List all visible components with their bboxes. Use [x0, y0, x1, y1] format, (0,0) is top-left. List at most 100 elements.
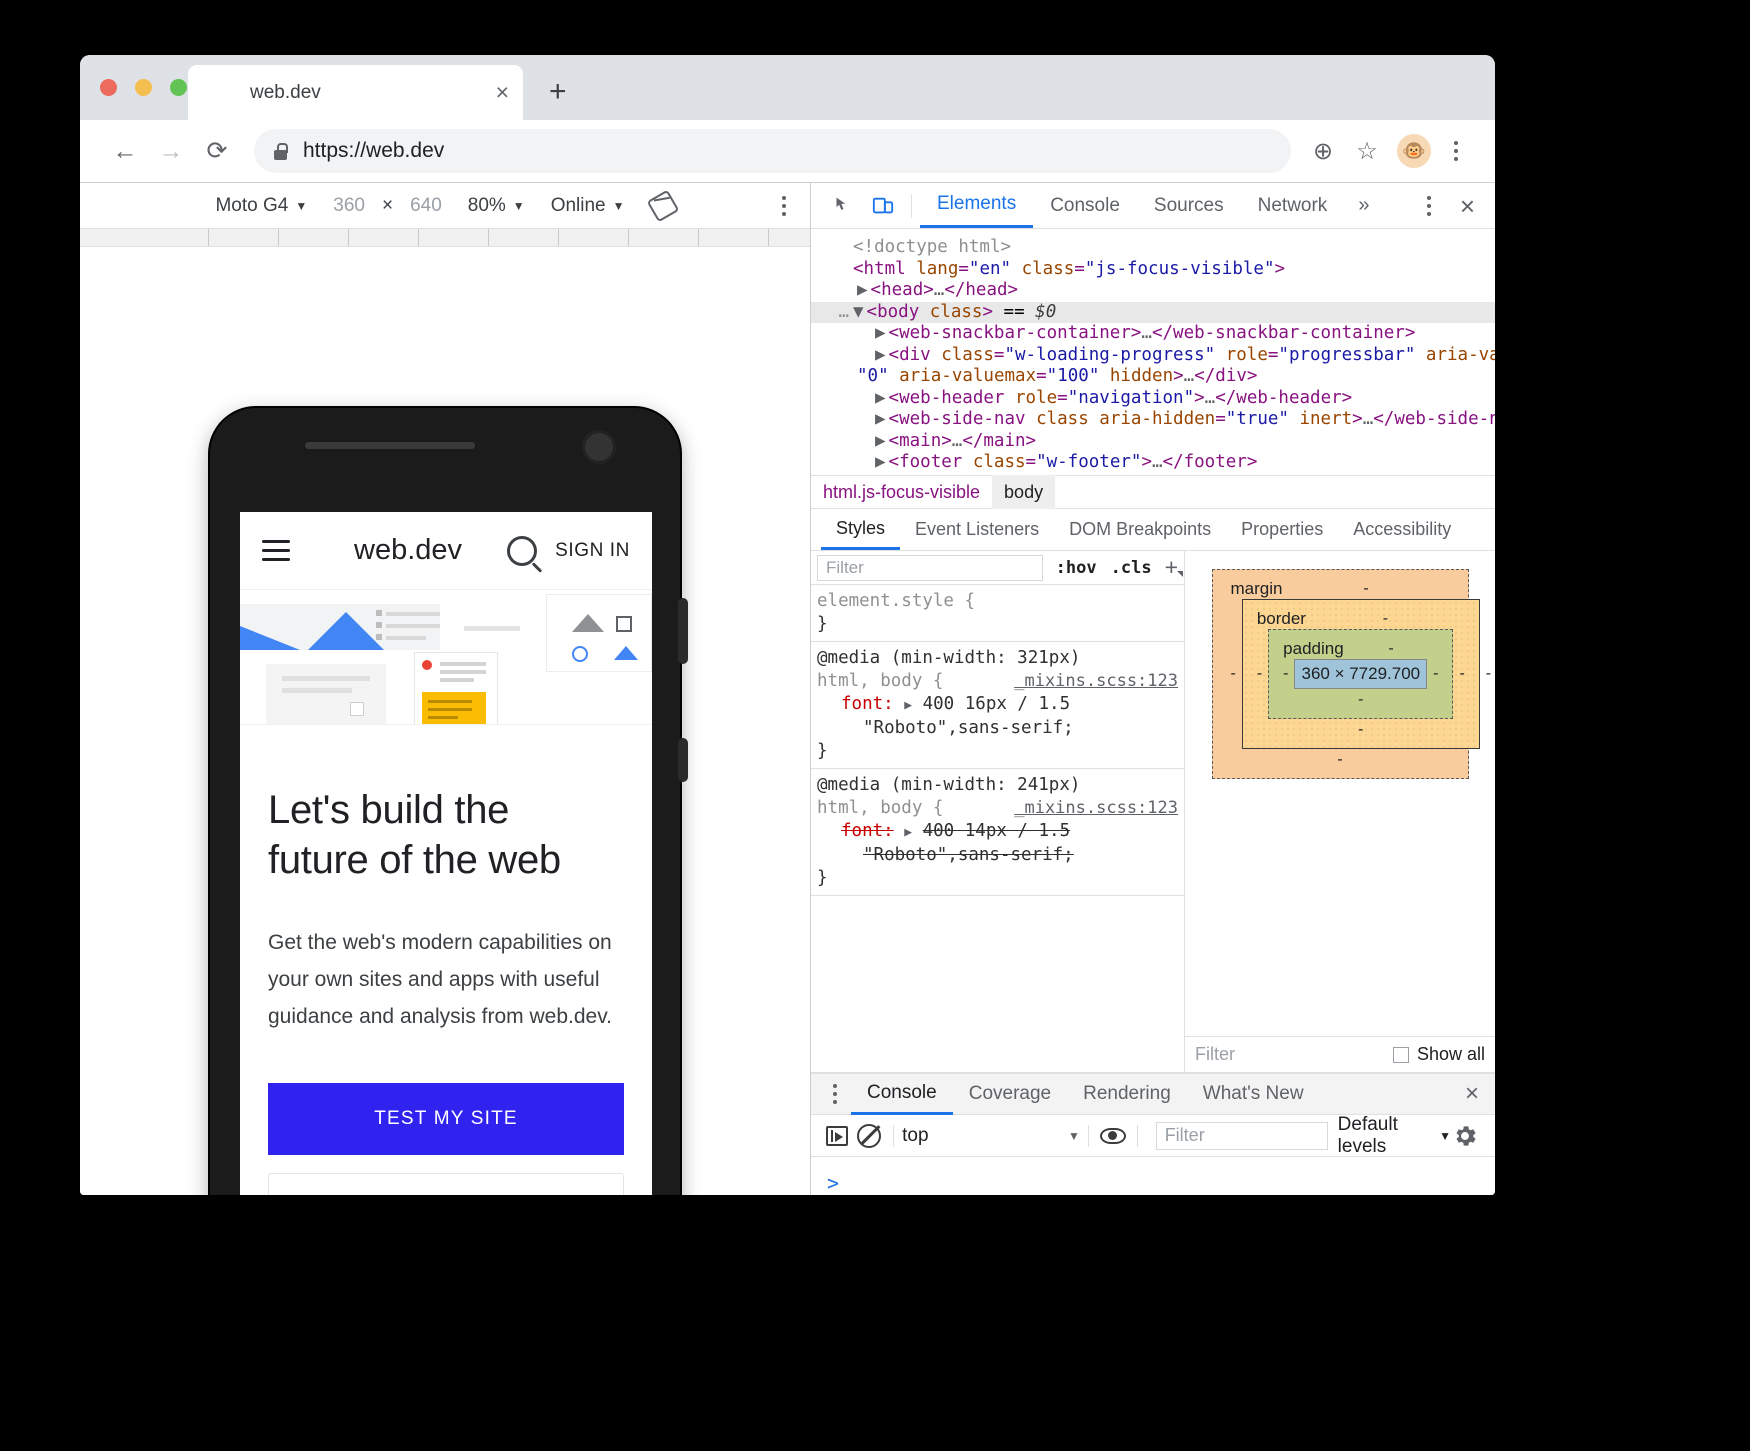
console-output[interactable]: > [811, 1157, 1495, 1195]
device-toolbar-menu-icon[interactable] [782, 196, 786, 216]
box-model-margin-top[interactable]: - [1363, 580, 1368, 598]
dom-line-head[interactable]: ▶<head>…</head> [811, 280, 1495, 302]
tab-dom-breakpoints[interactable]: DOM Breakpoints [1054, 509, 1226, 550]
console-prompt[interactable]: > [827, 1171, 839, 1195]
clear-console-icon[interactable] [853, 1117, 885, 1155]
tab-event-listeners[interactable]: Event Listeners [900, 509, 1054, 550]
arrow-right-icon[interactable]: → [148, 128, 194, 174]
browser-tab[interactable]: web.dev × [188, 65, 523, 120]
rotate-device-icon[interactable] [638, 194, 688, 218]
box-model-margin-left[interactable]: - [1231, 665, 1236, 683]
css-property-overridden[interactable]: font: ▶ 400 14px / 1.5 [817, 820, 1184, 844]
sign-in-link[interactable]: SIGN IN [555, 540, 630, 562]
maximize-window-button[interactable] [170, 79, 187, 96]
browser-menu-icon[interactable] [1439, 134, 1473, 168]
test-my-site-button[interactable]: TEST MY SITE [268, 1083, 624, 1155]
more-tabs-icon[interactable]: » [1344, 194, 1383, 217]
drawer-tab-console[interactable]: Console [851, 1074, 953, 1115]
drawer-tab-whats-new[interactable]: What's New [1187, 1074, 1320, 1115]
toggle-hov-button[interactable]: :hov [1049, 558, 1104, 578]
show-all-toggle[interactable]: Show all [1393, 1044, 1485, 1065]
css-rule-media-321[interactable]: @media (min-width: 321px) _mixins.scss:1… [811, 642, 1184, 769]
site-logo[interactable]: web.dev [308, 534, 489, 567]
box-model-border-left[interactable]: - [1257, 665, 1262, 683]
tab-sources[interactable]: Sources [1137, 183, 1241, 228]
dom-line-footer[interactable]: ▶<footer class="w-footer">…</footer> [811, 452, 1495, 474]
dom-line-html[interactable]: <html lang="en" class="js-focus-visible"… [811, 259, 1495, 281]
box-model-padding-left[interactable]: - [1283, 665, 1288, 683]
url-input[interactable]: https://web.dev [254, 129, 1291, 173]
reload-icon[interactable]: ⟳ [194, 128, 240, 174]
arrow-left-icon[interactable]: ← [102, 128, 148, 174]
tab-network[interactable]: Network [1241, 183, 1345, 228]
minimize-window-button[interactable] [135, 79, 152, 96]
dom-line-snackbar[interactable]: ▶<web-snackbar-container>…</web-snackbar… [811, 323, 1495, 345]
tab-styles[interactable]: Styles [821, 509, 900, 550]
drawer-tab-rendering[interactable]: Rendering [1067, 1074, 1187, 1115]
console-filter-input[interactable]: Filter [1156, 1122, 1328, 1150]
drawer-tab-coverage[interactable]: Coverage [953, 1074, 1067, 1115]
tab-elements[interactable]: Elements [920, 183, 1033, 228]
search-icon[interactable] [507, 536, 537, 566]
console-levels-select[interactable]: Default levels ▼ [1338, 1114, 1451, 1158]
box-model-margin-right[interactable]: - [1486, 665, 1491, 683]
breadcrumb-item-body[interactable]: body [992, 475, 1055, 509]
zoom-select[interactable]: 80% ▼ [455, 195, 538, 217]
drawer-menu-icon[interactable] [819, 1084, 851, 1104]
css-source-link[interactable]: _mixins.scss:123 [1014, 797, 1178, 820]
checkbox-icon[interactable] [1393, 1047, 1409, 1063]
tab-properties[interactable]: Properties [1226, 509, 1338, 550]
tab-console[interactable]: Console [1033, 183, 1137, 228]
device-screen[interactable]: web.dev SIGN IN [240, 512, 652, 1195]
box-model-border-top[interactable]: - [1383, 610, 1388, 628]
dom-tree[interactable]: <!doctype html> <html lang="en" class="j… [811, 229, 1495, 475]
box-model-padding-right[interactable]: - [1433, 665, 1438, 683]
throttling-select[interactable]: Online ▼ [538, 195, 638, 217]
box-model-border[interactable]: border- - padding- - 360 × 7729.7 [1242, 599, 1480, 749]
dom-line-progress-cont[interactable]: "0" aria-valuemax="100" hidden>…</div> [811, 366, 1495, 388]
viewport-height-input[interactable]: 640 [397, 195, 455, 217]
install-app-icon[interactable]: ⊕ [1301, 129, 1345, 173]
box-model-border-bottom[interactable]: - [1358, 721, 1363, 738]
tab-accessibility[interactable]: Accessibility [1338, 509, 1466, 550]
viewport-width-input[interactable]: 360 [320, 195, 378, 217]
hamburger-menu-icon[interactable] [262, 540, 290, 561]
box-model-content-size[interactable]: 360 × 7729.700 [1294, 659, 1427, 689]
close-devtools-icon[interactable]: × [1452, 193, 1483, 219]
inspect-element-icon[interactable] [823, 186, 863, 226]
devtools-menu-icon[interactable] [1412, 189, 1446, 223]
expand-shorthand-icon[interactable]: ▶ [904, 825, 912, 840]
box-model-padding-bottom[interactable]: - [1358, 691, 1363, 708]
close-icon[interactable]: × [496, 81, 509, 104]
close-drawer-icon[interactable]: × [1449, 1080, 1495, 1108]
box-model-margin-bottom[interactable]: - [1337, 751, 1342, 768]
device-select[interactable]: Moto G4 ▼ [202, 195, 320, 217]
dom-line-progress[interactable]: ▶<div class="w-loading-progress" role="p… [811, 345, 1495, 367]
breadcrumb-item-html[interactable]: html.js-focus-visible [811, 475, 992, 509]
close-window-button[interactable] [100, 79, 117, 96]
live-expression-icon[interactable] [1097, 1117, 1129, 1155]
new-style-rule-button[interactable]: + [1159, 554, 1184, 581]
css-rule-media-241[interactable]: @media (min-width: 241px) _mixins.scss:1… [811, 769, 1184, 896]
gear-icon[interactable] [1451, 1122, 1479, 1150]
new-tab-button[interactable]: + [549, 77, 567, 107]
execution-context-icon[interactable] [821, 1117, 853, 1155]
dom-line-main[interactable]: ▶<main>…</main> [811, 431, 1495, 453]
toggle-device-toolbar-icon[interactable] [863, 186, 903, 226]
box-model-padding-top[interactable]: - [1388, 640, 1393, 658]
box-model-border-right[interactable]: - [1459, 665, 1464, 683]
css-property[interactable]: font: ▶ 400 16px / 1.5 [817, 693, 1184, 717]
css-rule-element-style[interactable]: element.style { } [811, 585, 1184, 642]
box-model-diagram[interactable]: margin- - border- - padding- [1185, 551, 1495, 1036]
styles-filter-input[interactable]: Filter [817, 555, 1043, 581]
toggle-cls-button[interactable]: .cls [1104, 558, 1159, 578]
expand-shorthand-icon[interactable]: ▶ [904, 698, 912, 713]
dom-line-body[interactable]: …▼<body class> == $0 [811, 302, 1495, 324]
box-model-margin[interactable]: margin- - border- - padding- [1212, 569, 1469, 779]
css-source-link[interactable]: _mixins.scss:123 [1014, 670, 1178, 693]
computed-filter-input[interactable]: Filter [1195, 1044, 1235, 1065]
console-context-select[interactable]: top ▼ [902, 1125, 1080, 1147]
box-model-padding[interactable]: padding- - 360 × 7729.700 - - [1268, 629, 1453, 719]
bookmark-star-icon[interactable]: ☆ [1345, 129, 1389, 173]
dom-line-header[interactable]: ▶<web-header role="navigation">…</web-he… [811, 388, 1495, 410]
